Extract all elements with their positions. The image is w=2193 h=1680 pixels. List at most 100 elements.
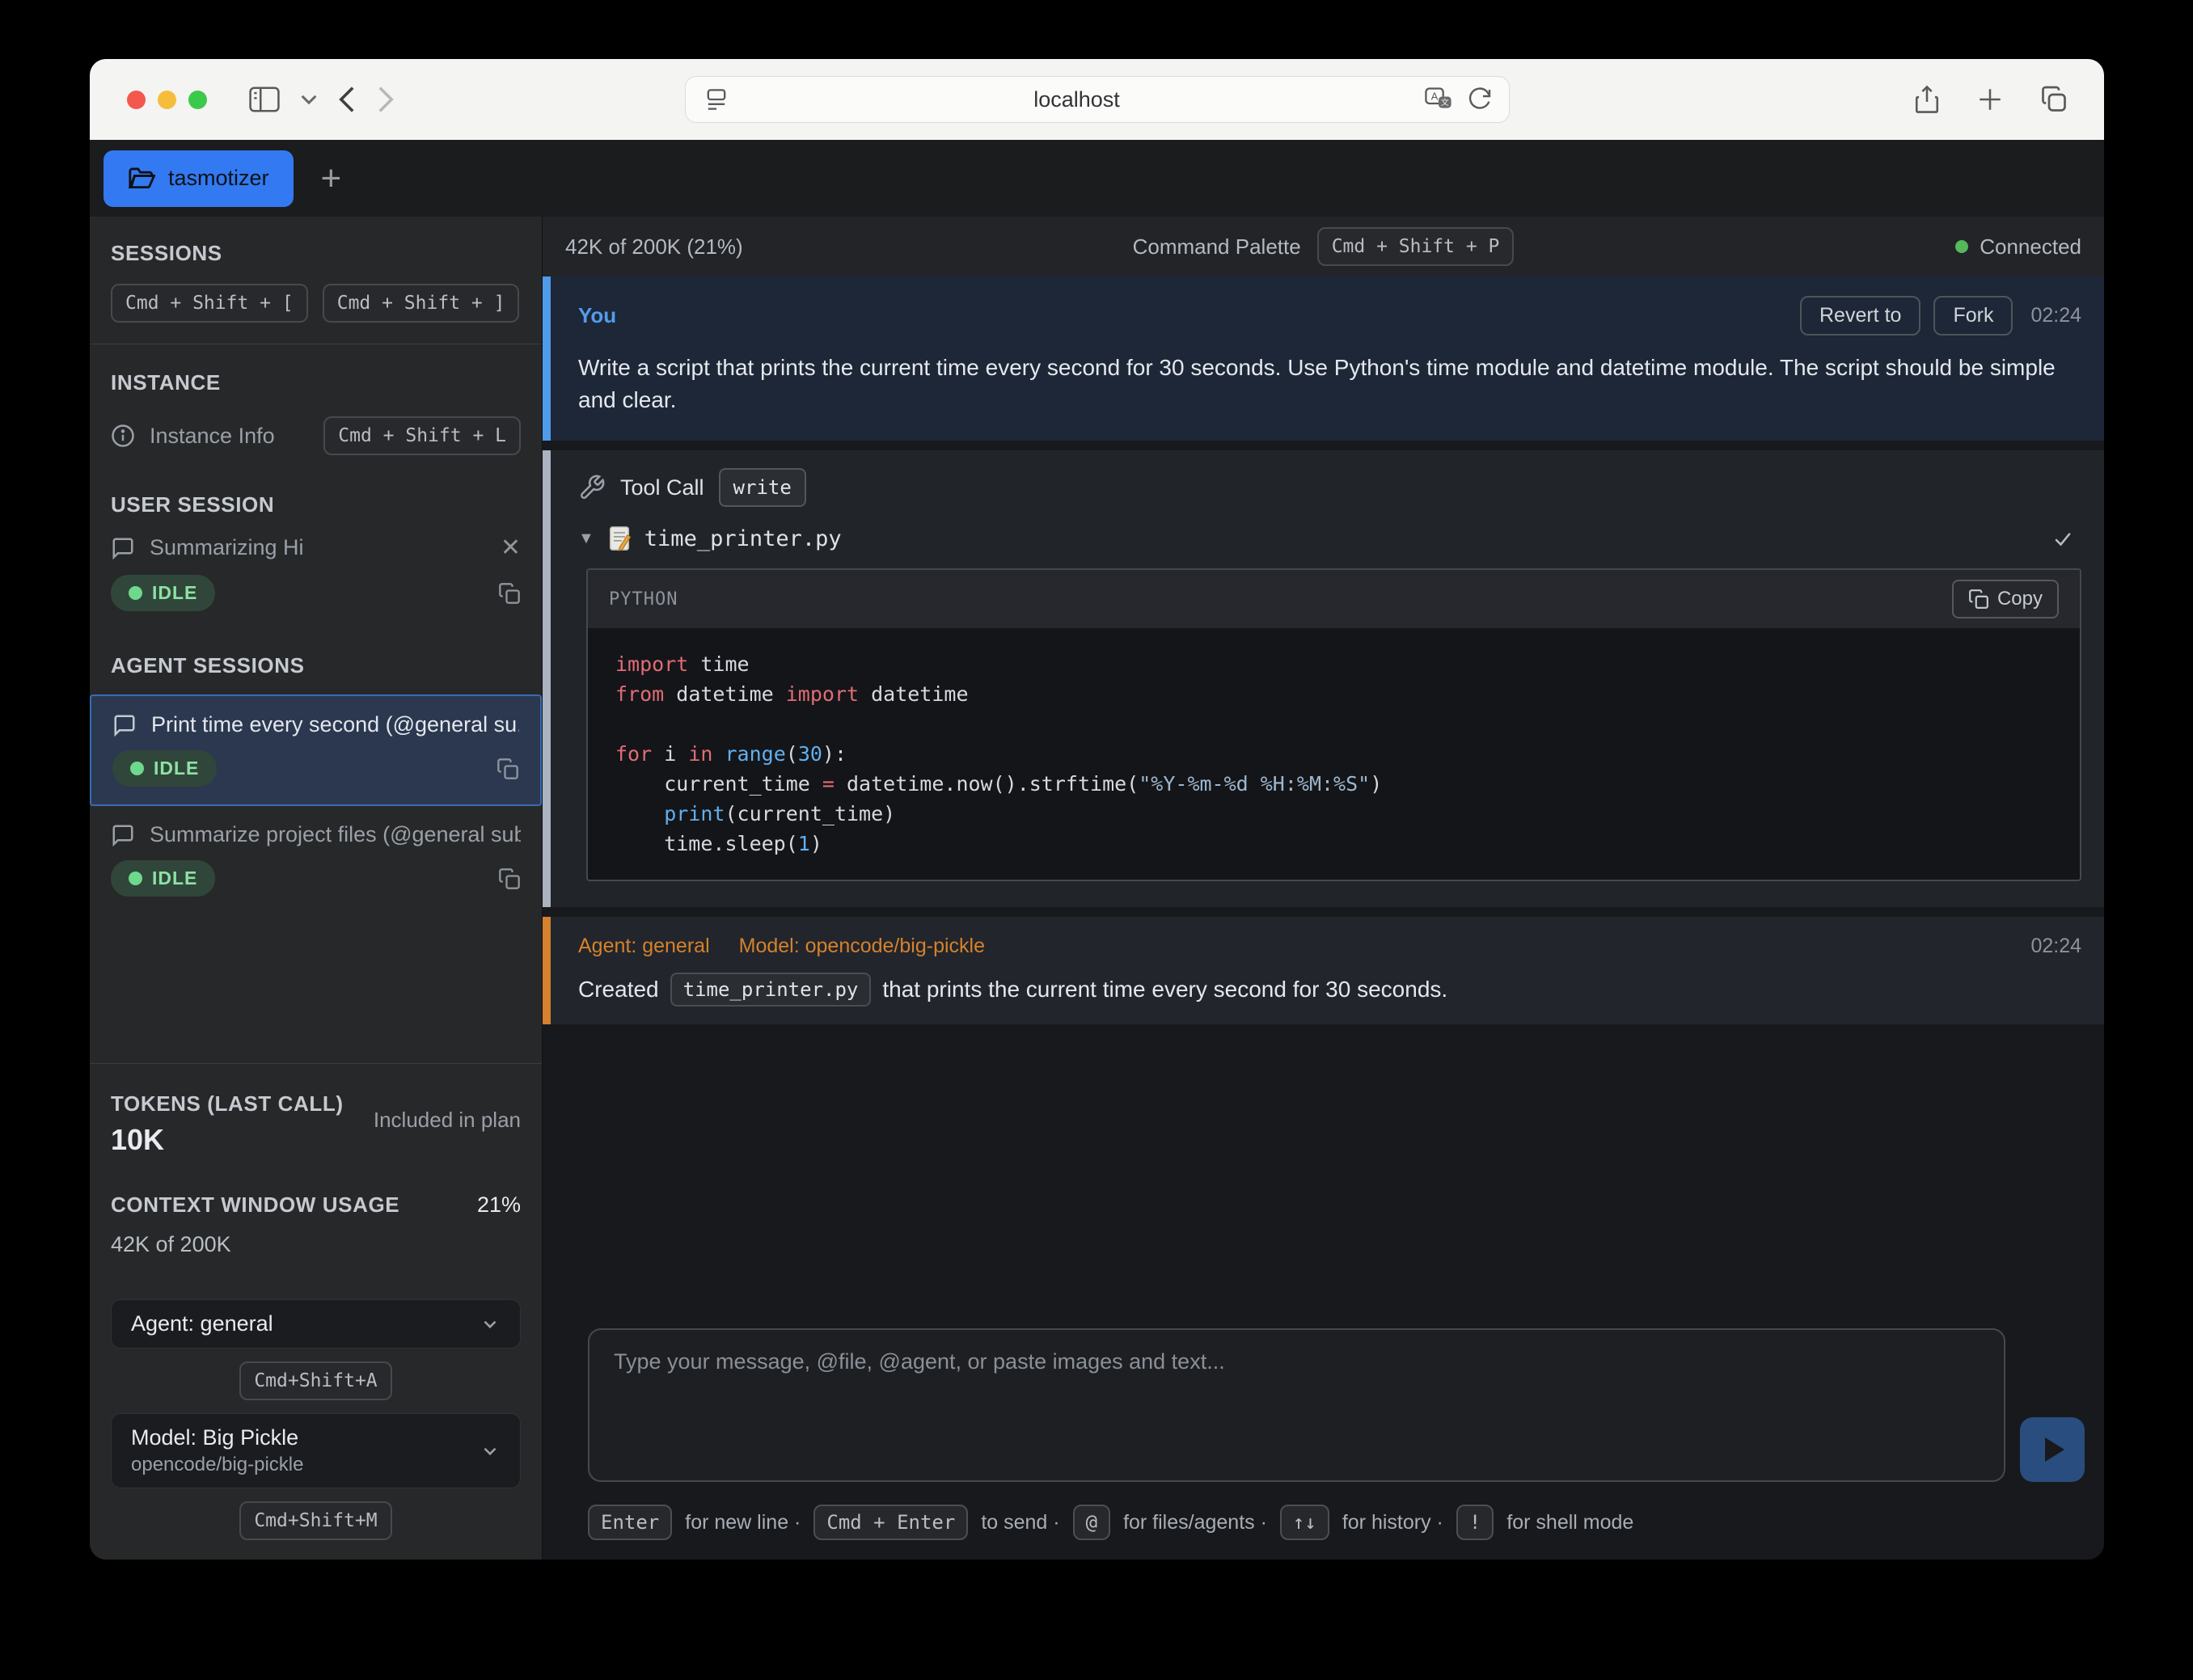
- idle-dot-icon: [129, 872, 142, 885]
- zoom-window-button[interactable]: [188, 91, 207, 109]
- tool-call-block: Tool Call write ▼ time_printer.py: [543, 450, 2104, 907]
- browser-window: localhost A 文: [90, 59, 2104, 1560]
- message-author: You: [578, 303, 1800, 328]
- address-bar[interactable]: localhost A 文: [685, 76, 1510, 123]
- send-play-icon: [2045, 1437, 2064, 1462]
- back-button[interactable]: [338, 85, 356, 114]
- reload-icon[interactable]: [1467, 87, 1493, 112]
- send-button[interactable]: [2020, 1417, 2085, 1482]
- session-title: Summarizing Hi: [150, 535, 501, 560]
- share-icon: [1913, 84, 1941, 115]
- tab-overview-button[interactable]: [2039, 85, 2068, 114]
- info-icon: [111, 424, 135, 448]
- share-button[interactable]: [1913, 84, 1941, 115]
- connection-status: Connected: [1980, 234, 2081, 260]
- tab-tasmotizer[interactable]: tasmotizer: [104, 150, 294, 207]
- sidebar-chevron-button[interactable]: [301, 94, 317, 105]
- hint-kbd: ↑↓: [1280, 1505, 1329, 1540]
- close-window-button[interactable]: [127, 91, 146, 109]
- hint-text: for files/agents ·: [1123, 1511, 1267, 1534]
- session-title: Summarize project files (@general sub...: [150, 822, 521, 847]
- kbd-prev-session: Cmd + Shift + [: [111, 284, 308, 323]
- tool-file-name: time_printer.py: [644, 526, 2038, 551]
- sidebar-toggle-button[interactable]: [249, 87, 280, 112]
- copy-code-button[interactable]: Copy: [1952, 580, 2059, 618]
- chat-bubble-icon: [111, 536, 135, 560]
- context-usage-summary: 42K of 200K (21%): [565, 234, 937, 260]
- session-title: Print time every second (@general su...: [151, 712, 519, 737]
- session-item-agent[interactable]: Summarize project files (@general sub...…: [90, 806, 542, 914]
- instance-info-label: Instance Info: [150, 424, 323, 449]
- code-content: import timefrom datetime import datetime…: [588, 628, 2080, 880]
- agent-select[interactable]: Agent: general: [111, 1299, 521, 1349]
- chat-bubble-icon: [112, 713, 137, 737]
- hint-text: to send ·: [981, 1511, 1059, 1534]
- agent-meta-label: Agent: general: [578, 935, 710, 958]
- revert-to-button[interactable]: Revert to: [1800, 296, 1920, 336]
- session-item-agent-selected[interactable]: Print time every second (@general su... …: [90, 694, 542, 806]
- browser-chrome: localhost A 文: [90, 59, 2104, 140]
- chat-messages: You Revert to Fork 02:24 Write a script …: [543, 276, 2104, 1312]
- copy-session-button[interactable]: [498, 867, 521, 890]
- main-header: 42K of 200K (21%) Command Palette Cmd + …: [543, 217, 2104, 276]
- status-badge: IDLE: [111, 575, 215, 611]
- composer-hints: Enter for new line · Cmd + Enter to send · @…: [588, 1505, 2085, 1540]
- copy-session-button[interactable]: [496, 758, 519, 780]
- hint-kbd: Enter: [588, 1505, 672, 1540]
- hint-kbd: @: [1073, 1505, 1110, 1540]
- close-session-button[interactable]: ✕: [501, 534, 521, 562]
- agent-text-suffix: that prints the current time every secon…: [882, 977, 1447, 1003]
- kbd-agent-select: Cmd+Shift+A: [239, 1361, 391, 1400]
- code-line: current_time = datetime.now().strftime("…: [615, 769, 2052, 799]
- connected-dot-icon: [1955, 240, 1968, 253]
- context-usage-label: CONTEXT WINDOW USAGE: [111, 1192, 477, 1218]
- page-format-icon: [704, 87, 729, 112]
- status-badge: IDLE: [112, 750, 217, 787]
- instance-section-label: INSTANCE: [90, 370, 542, 395]
- hint-text: for new line ·: [685, 1511, 801, 1534]
- kbd-command-palette[interactable]: Cmd + Shift + P: [1317, 227, 1515, 266]
- context-usage-percent: 21%: [477, 1192, 521, 1218]
- copy-icon: [1968, 589, 1989, 610]
- code-line: from datetime import datetime: [615, 679, 2052, 709]
- chevron-down-icon: [480, 1314, 501, 1335]
- status-badge: IDLE: [111, 860, 215, 897]
- message-timestamp: 02:24: [2030, 935, 2081, 958]
- main-panel: 42K of 200K (21%) Command Palette Cmd + …: [543, 217, 2104, 1560]
- kbd-instance-info: Cmd + Shift + L: [323, 416, 521, 455]
- tokens-label: TOKENS (LAST CALL): [111, 1091, 374, 1116]
- url-text: localhost: [729, 87, 1425, 112]
- instance-info-item[interactable]: Instance Info Cmd + Shift + L: [90, 416, 542, 455]
- copy-session-button[interactable]: [498, 582, 521, 605]
- code-line: for i in range(30):: [615, 739, 2052, 769]
- code-line: print(current_time): [615, 799, 2052, 829]
- model-select[interactable]: Model: Big Pickle opencode/big-pickle: [111, 1413, 521, 1488]
- disclosure-triangle[interactable]: ▼: [578, 530, 594, 548]
- model-select-sub: opencode/big-pickle: [131, 1454, 480, 1476]
- new-tab-button[interactable]: [1976, 86, 2004, 113]
- tabs-overview-icon: [2039, 85, 2068, 114]
- chat-bubble-icon: [111, 823, 135, 847]
- sessions-section-label: SESSIONS: [90, 241, 542, 266]
- chevron-down-icon: [480, 1441, 501, 1462]
- agent-message: Agent: general Model: opencode/big-pickl…: [543, 917, 2104, 1024]
- kbd-next-session: Cmd + Shift + ]: [323, 284, 520, 323]
- add-tab-button[interactable]: +: [321, 161, 342, 196]
- forward-button[interactable]: [377, 85, 395, 114]
- minimize-window-button[interactable]: [158, 91, 176, 109]
- composer: Enter for new line · Cmd + Enter to send · @…: [543, 1312, 2104, 1560]
- session-item-user[interactable]: Summarizing Hi ✕ IDLE: [90, 517, 542, 629]
- plus-icon: [1976, 86, 2004, 113]
- code-panel: PYTHON Copy import timefrom datetime imp…: [586, 568, 2081, 881]
- hint-kbd: Cmd + Enter: [813, 1505, 968, 1540]
- message-input[interactable]: [588, 1328, 2005, 1482]
- copy-icon: [498, 582, 521, 605]
- wrench-icon: [578, 474, 606, 501]
- tab-label: tasmotizer: [168, 166, 269, 191]
- fork-button[interactable]: Fork: [1933, 296, 2013, 336]
- translate-icon[interactable]: A 文: [1425, 87, 1452, 112]
- inline-code-chip: time_printer.py: [670, 973, 872, 1007]
- user-session-section-label: USER SESSION: [90, 492, 542, 517]
- code-line: time.sleep(1): [615, 829, 2052, 859]
- hint-text: for history ·: [1342, 1511, 1443, 1534]
